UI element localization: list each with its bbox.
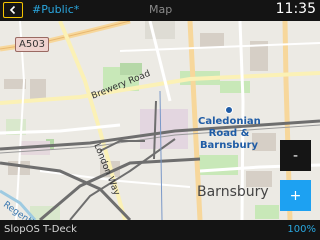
channel-name[interactable]: #Public* — [32, 3, 79, 16]
clock: 11:35 — [275, 1, 316, 17]
map-screen: #Public* Map 11:35 A503 Brewery Road Lon… — [0, 0, 320, 240]
status-bar: SlopOS T-Deck 100% — [0, 220, 320, 240]
station-marker — [225, 106, 233, 114]
map-view[interactable]: A503 Brewery Road London Way Regent's Ca… — [0, 21, 320, 220]
top-bar: #Public* Map 11:35 — [0, 0, 320, 21]
zoom-out-button[interactable]: - — [280, 140, 311, 171]
zoom-in-button[interactable]: + — [280, 180, 311, 211]
chevron-left-icon — [9, 5, 16, 15]
battery-level: 100% — [287, 224, 316, 235]
road-shield-a503: A503 — [15, 37, 49, 52]
district-label: Barnsbury — [197, 184, 269, 200]
station-label: Caledonian Road & Barnsbury — [198, 116, 261, 151]
screen-title: Map — [149, 3, 173, 16]
device-name: SlopOS T-Deck — [4, 224, 77, 235]
back-button[interactable] — [3, 2, 23, 18]
